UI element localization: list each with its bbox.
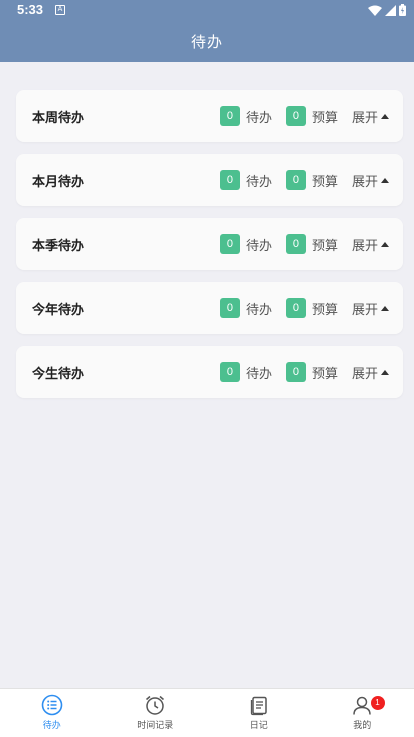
tab-time-record[interactable]: 时间记录: [104, 689, 208, 737]
status-time: 5:33: [17, 2, 44, 17]
expand-label: 展开: [351, 366, 378, 382]
todo-count-metric: 0 待办: [219, 362, 272, 382]
todo-card-list: 本周待办 0 待办 0 预算 展开 本月待办 0 待办 0 预算 展开 本季待办…: [16, 90, 403, 410]
tab-label: 我的: [353, 721, 372, 731]
budget-count-badge: 0: [285, 106, 306, 126]
todo-count-badge: 0: [219, 106, 240, 126]
todo-count-badge: 0: [219, 298, 240, 318]
expand-toggle[interactable]: 展开: [352, 107, 389, 126]
caret-up-icon: [381, 305, 389, 311]
app-notification-icon: A: [55, 5, 65, 15]
todo-card-quarter[interactable]: 本季待办 0 待办 0 预算 展开: [16, 218, 403, 270]
card-title: 本月待办: [32, 174, 85, 190]
budget-count-metric: 0 预算: [285, 106, 338, 126]
budget-label: 预算: [311, 110, 338, 126]
card-title: 本季待办: [32, 238, 85, 254]
caret-up-icon: [381, 369, 389, 375]
tab-todo[interactable]: 待办: [0, 689, 104, 737]
page-title: 待办: [190, 32, 223, 51]
todo-label: 待办: [245, 238, 272, 254]
tab-diary[interactable]: 日记: [207, 689, 311, 737]
tab-label: 时间记录: [137, 721, 174, 731]
todo-card-year[interactable]: 今年待办 0 待办 0 预算 展开: [16, 282, 403, 334]
budget-count-badge: 0: [285, 234, 306, 254]
todo-card-lifetime[interactable]: 今生待办 0 待办 0 预算 展开: [16, 346, 403, 398]
expand-toggle[interactable]: 展开: [352, 299, 389, 318]
expand-toggle[interactable]: 展开: [352, 235, 389, 254]
caret-up-icon: [381, 241, 389, 247]
todo-count-metric: 0 待办: [219, 298, 272, 318]
tab-label: 日记: [249, 721, 268, 731]
todo-label: 待办: [245, 110, 272, 126]
todo-count-metric: 0 待办: [219, 234, 272, 254]
budget-count-badge: 0: [285, 362, 306, 382]
title-bar: 待办: [0, 20, 414, 62]
budget-count-metric: 0 预算: [285, 234, 338, 254]
app-screen: 5:33 A 待办 本周待办 0 待办 0 预算 展开 本月待办 0 待办 0 …: [0, 0, 414, 737]
expand-toggle[interactable]: 展开: [352, 171, 389, 190]
todo-card-week[interactable]: 本周待办 0 待办 0 预算 展开: [16, 90, 403, 142]
todo-card-month[interactable]: 本月待办 0 待办 0 预算 展开: [16, 154, 403, 206]
caret-up-icon: [381, 113, 389, 119]
notification-badge: 1: [370, 696, 385, 710]
bottom-tab-bar: 待办 时间记录 日记 1 我的: [0, 688, 414, 737]
todo-label: 待办: [245, 366, 272, 382]
battery-icon: [399, 4, 406, 16]
status-bar: 5:33 A: [0, 0, 414, 20]
person-icon: [353, 696, 371, 715]
card-title: 今生待办: [32, 366, 85, 382]
budget-count-badge: 0: [285, 170, 306, 190]
card-title: 今年待办: [32, 302, 85, 318]
todo-count-badge: 0: [219, 362, 240, 382]
tab-label: 待办: [42, 721, 61, 731]
expand-toggle[interactable]: 展开: [352, 363, 389, 382]
budget-label: 预算: [311, 366, 338, 382]
status-icons: [368, 4, 406, 16]
budget-label: 预算: [311, 174, 338, 190]
header: 5:33 A 待办: [0, 0, 414, 62]
budget-count-metric: 0 预算: [285, 298, 338, 318]
expand-label: 展开: [351, 238, 378, 254]
expand-label: 展开: [351, 302, 378, 318]
todo-label: 待办: [245, 174, 272, 190]
todo-count-metric: 0 待办: [219, 106, 272, 126]
expand-label: 展开: [351, 174, 378, 190]
budget-count-badge: 0: [285, 298, 306, 318]
budget-label: 预算: [311, 238, 338, 254]
todo-count-badge: 0: [219, 170, 240, 190]
budget-count-metric: 0 预算: [285, 362, 338, 382]
budget-count-metric: 0 预算: [285, 170, 338, 190]
alarm-clock-icon: [146, 695, 165, 715]
signal-icon: [385, 4, 396, 16]
tab-mine[interactable]: 1 我的: [311, 689, 414, 737]
caret-up-icon: [381, 177, 389, 183]
budget-label: 预算: [311, 302, 338, 318]
card-title: 本周待办: [32, 110, 85, 126]
todo-count-badge: 0: [219, 234, 240, 254]
expand-label: 展开: [351, 110, 378, 126]
todo-label: 待办: [245, 302, 272, 318]
notebook-icon: [250, 696, 267, 716]
todo-count-metric: 0 待办: [219, 170, 272, 190]
wifi-icon: [368, 5, 382, 16]
list-icon: [41, 694, 63, 716]
